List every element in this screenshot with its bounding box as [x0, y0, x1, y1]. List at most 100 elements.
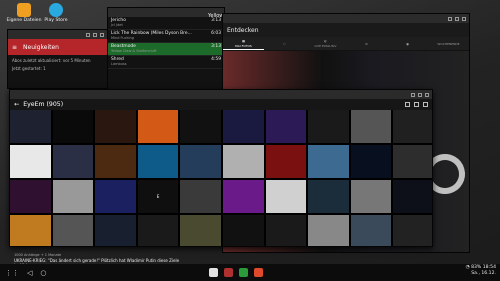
photo-tile[interactable] — [308, 215, 349, 246]
window-titlebar[interactable] — [223, 14, 469, 23]
photos-app-icon[interactable] — [208, 268, 218, 277]
tab-label: WOCHENENDE — [437, 41, 460, 46]
photo-tile[interactable] — [265, 215, 307, 246]
desktop-icon-label: Play Store — [44, 18, 68, 23]
close-icon[interactable] — [462, 16, 466, 21]
photo-tile[interactable] — [393, 180, 432, 213]
tab-people[interactable]: ⚇ — [264, 37, 305, 50]
edit-icon[interactable] — [414, 102, 419, 107]
tab-photos[interactable]: ▦ MAI FOTOS — [223, 37, 264, 50]
track-time: 3:13 — [211, 44, 221, 49]
photo-tile[interactable] — [95, 145, 136, 178]
window-titlebar[interactable] — [8, 30, 107, 39]
photo-tile[interactable] — [350, 180, 392, 213]
track-artist: Yellow Claw & Stoltencluff — [111, 49, 157, 53]
photo-tile[interactable] — [350, 110, 392, 143]
photo-tile[interactable] — [265, 110, 307, 143]
close-icon[interactable] — [425, 92, 429, 97]
home-icon[interactable]: ○ — [40, 269, 46, 277]
photo-tile[interactable] — [393, 110, 432, 143]
tab-settings[interactable]: ⚙ — [346, 37, 387, 50]
photo-tile[interactable] — [222, 215, 264, 246]
track-time: 6:03 — [211, 31, 221, 36]
media-app-icon[interactable] — [253, 268, 263, 277]
photo-tile[interactable] — [180, 145, 221, 178]
window-titlebar[interactable] — [10, 90, 432, 99]
photo-tile[interactable] — [350, 215, 392, 246]
menu-icon[interactable]: ≡ — [12, 44, 17, 51]
tab-weekend[interactable]: WOCHENENDE — [428, 37, 469, 50]
news-app-icon[interactable] — [223, 268, 233, 277]
photo-tile[interactable] — [222, 145, 264, 178]
desktop-icon-play-store[interactable]: Play Store — [33, 3, 79, 23]
photo-tile[interactable] — [222, 180, 264, 213]
back-icon[interactable]: ◁ — [27, 269, 32, 277]
photo-tile[interactable] — [52, 110, 94, 143]
photo-tile[interactable] — [222, 110, 264, 143]
photo-tile[interactable] — [137, 215, 179, 246]
track-row[interactable]: Jericho Jcl Jdet 3:13 — [108, 17, 224, 30]
maximize-icon[interactable] — [418, 92, 422, 97]
photo-tile[interactable] — [10, 180, 51, 213]
maximize-icon[interactable] — [93, 32, 97, 37]
photo-tile[interactable] — [180, 110, 221, 143]
photo-tile[interactable]: E — [137, 180, 179, 213]
news-status-2: Jetzt gestartet: 1 — [12, 66, 46, 71]
photo-tile[interactable] — [265, 180, 307, 213]
photo-tile[interactable] — [393, 145, 432, 178]
close-icon[interactable] — [100, 32, 104, 37]
photo-tile[interactable] — [350, 145, 392, 178]
entdecken-tabs: ▦ MAI FOTOS ⚇ ◐ LIVE EXKLUSIV ⚙ ● WOCHENEN… — [223, 37, 469, 50]
photo-tile[interactable] — [52, 180, 94, 213]
photo-tile[interactable] — [137, 145, 179, 178]
photo-tile[interactable] — [137, 110, 179, 143]
photo-tile[interactable] — [52, 145, 94, 178]
share-icon[interactable] — [405, 102, 410, 107]
track-time: 3:13 — [211, 18, 221, 23]
gear-icon: ⚙ — [365, 41, 368, 46]
photo-tile[interactable] — [393, 215, 432, 246]
clock-date: Sa., 16.12. — [471, 271, 496, 276]
track-row[interactable]: Lick The Rainbow (Miles Dyson Bre... Mind… — [108, 30, 224, 43]
music-app-icon[interactable] — [238, 268, 248, 277]
photo-tile[interactable] — [95, 180, 136, 213]
tab-profile[interactable]: ● — [387, 37, 428, 50]
photo-tile[interactable] — [180, 215, 221, 246]
photo-tile[interactable] — [308, 145, 349, 178]
system-tray[interactable]: ◔ 83% 18:54 Sa., 16.12. — [466, 265, 496, 277]
window-titlebar[interactable] — [108, 8, 224, 17]
tab-live[interactable]: ◐ LIVE EXKLUSIV — [305, 37, 346, 50]
photo-tile[interactable] — [10, 145, 51, 178]
track-artist: Lambuss — [111, 62, 127, 66]
track-row-selected[interactable]: Beastmode Yellow Claw & Stoltencluff 3:13 — [108, 43, 224, 56]
minimize-icon[interactable] — [448, 16, 452, 21]
photo-tile[interactable] — [308, 110, 349, 143]
people-icon: ⚇ — [283, 41, 286, 46]
photo-tile[interactable] — [95, 110, 136, 143]
more-icon[interactable] — [423, 102, 428, 107]
photo-grid: E — [10, 110, 432, 246]
news-card-headline: UKRAINE-KRIEG: "Das ändert sich gerade!"… — [14, 258, 180, 263]
person-icon: ● — [406, 41, 409, 46]
apps-grid-icon[interactable]: ⋮⋮ — [5, 269, 19, 277]
minimize-icon[interactable] — [411, 92, 415, 97]
photo-tile[interactable] — [10, 110, 51, 143]
back-arrow-icon[interactable]: ← — [14, 101, 19, 108]
grid-icon: ▦ — [242, 38, 245, 43]
battery-text: 83% — [471, 265, 482, 270]
photo-tile[interactable] — [52, 215, 94, 246]
track-time: 4:59 — [211, 57, 221, 62]
photo-tile[interactable] — [10, 215, 51, 246]
wifi-icon: ◔ — [465, 265, 470, 270]
track-row[interactable]: Shred Lambuss 4:59 — [108, 56, 224, 69]
photo-tile[interactable] — [95, 215, 136, 246]
photo-tile[interactable] — [265, 145, 307, 178]
photo-tile[interactable] — [308, 180, 349, 213]
taskbar: ⋮⋮ ◁ ○ ◔ 83% 18:54 Sa., 16.12. — [0, 264, 500, 281]
minimize-icon[interactable] — [86, 32, 90, 37]
music-window: Jericho Jcl Jdet 3:13 Lick The Rainbow (Mi… — [107, 7, 225, 91]
track-artist: Mind Fucking — [111, 36, 134, 40]
photo-tile[interactable] — [180, 180, 221, 213]
news-header: ≡ Neuigkeiten — [8, 39, 107, 55]
maximize-icon[interactable] — [455, 16, 459, 21]
